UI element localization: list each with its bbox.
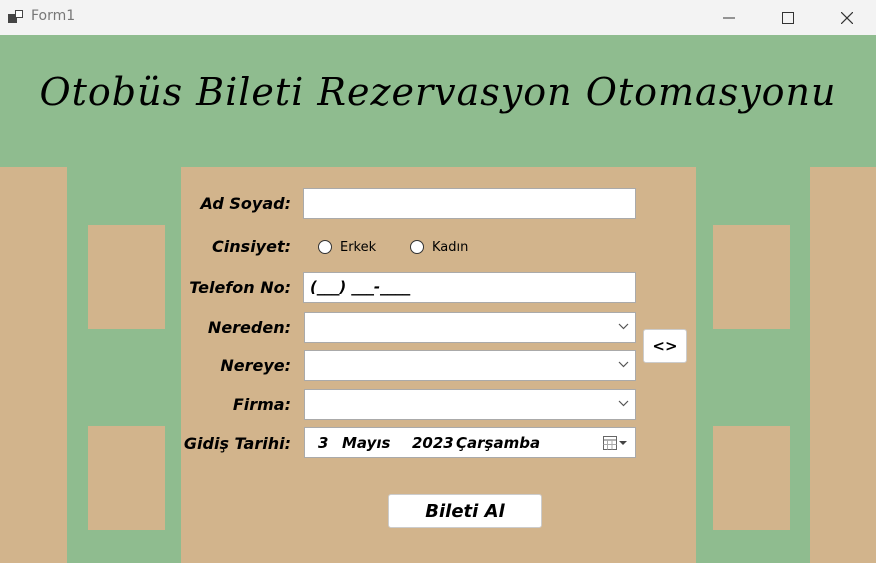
page-title: Otobüs Bileti Rezervasyon Otomasyonu xyxy=(39,70,837,114)
radio-kadin[interactable] xyxy=(410,240,424,254)
radio-erkek[interactable] xyxy=(318,240,332,254)
date-weekday: Çarşamba xyxy=(456,434,541,452)
calendar-icon[interactable] xyxy=(603,435,629,451)
date-year: 2023 xyxy=(412,434,454,452)
cinsiyet-label: Cinsiyet: xyxy=(212,237,291,256)
firma-label: Firma: xyxy=(232,395,291,414)
close-icon xyxy=(841,11,853,24)
gidis-tarihi-label: Gidiş Tarihi: xyxy=(183,434,291,453)
swap-route-button[interactable]: <> xyxy=(643,329,687,363)
minimize-icon xyxy=(723,17,735,18)
nereden-combobox[interactable] xyxy=(304,312,636,343)
nereye-label: Nereye: xyxy=(220,356,291,375)
minimize-button[interactable] xyxy=(700,0,758,35)
right-edge-panel xyxy=(810,167,876,563)
window-title: Form1 xyxy=(31,8,76,24)
right-upper-block xyxy=(713,225,790,329)
telefon-label: Telefon No: xyxy=(189,278,291,297)
telefon-masked-input[interactable]: (___) ___-____ xyxy=(303,272,636,303)
maximize-icon xyxy=(782,11,794,24)
radio-erkek-label: Erkek xyxy=(340,240,377,255)
ad-soyad-label: Ad Soyad: xyxy=(200,194,291,213)
firma-combobox[interactable] xyxy=(304,389,636,420)
gidis-tarihi-datepicker[interactable]: 3 Mayıs 2023 Çarşamba xyxy=(304,427,636,458)
maximize-button[interactable] xyxy=(759,0,817,35)
radio-kadin-label: Kadın xyxy=(432,240,469,255)
date-month: Mayıs xyxy=(342,434,391,452)
app-icon xyxy=(8,9,24,25)
bileti-al-button[interactable]: Bileti Al xyxy=(388,494,542,528)
telefon-mask-text: (___) ___-____ xyxy=(310,278,411,296)
close-button[interactable] xyxy=(818,0,876,35)
chevron-down-icon xyxy=(618,400,629,407)
ad-soyad-input[interactable] xyxy=(303,188,636,219)
right-lower-block xyxy=(713,426,790,530)
nereden-label: Nereden: xyxy=(207,318,291,337)
date-day: 3 xyxy=(318,434,329,452)
chevron-down-icon xyxy=(618,361,629,368)
nereye-combobox[interactable] xyxy=(304,350,636,381)
chevron-down-icon xyxy=(618,323,629,330)
left-edge-panel xyxy=(0,167,67,563)
